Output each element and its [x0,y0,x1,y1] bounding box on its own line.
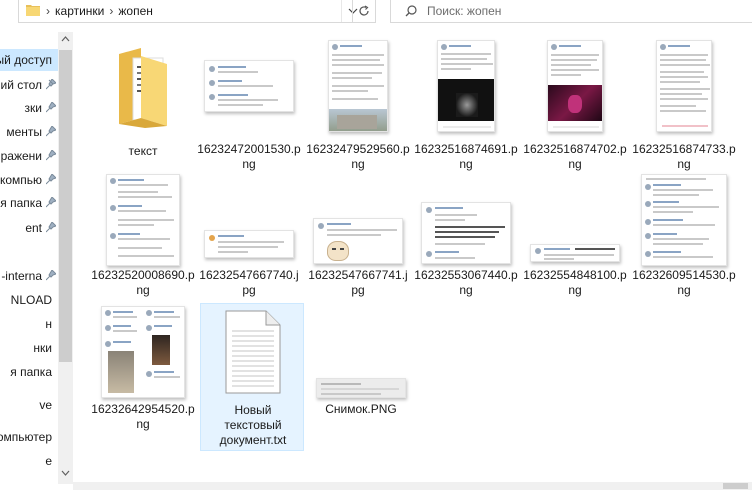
file-item-folder-tekst[interactable]: текст [91,38,195,158]
file-item-16232553067440[interactable]: 16232553067440.png [414,172,518,302]
address-row: › картинки › жопен Поиск: жопен [0,0,752,24]
pin-icon [46,102,56,113]
file-name: Снимок.PNG [325,402,397,416]
refresh-icon [359,5,369,16]
file-item-16232516874702[interactable]: 16232516874702.png [523,38,627,178]
nav-item-new-folder[interactable]: я папка [0,361,58,383]
text-document-icon [225,310,281,394]
file-item-16232609514530[interactable]: 16232609514530.png [632,172,736,302]
file-thumbnail [106,174,180,266]
file-thumbnail [656,40,712,132]
folder-icon [26,5,40,16]
nav-item-this-pc-pinned[interactable]: компью [0,169,58,191]
file-thumbnail [313,218,403,264]
nav-item-internal[interactable]: -interna [0,265,58,287]
file-name: Новый текстовый документ.txt [219,403,287,447]
search-box[interactable]: Поиск: жопен [390,0,752,23]
file-thumbnail [316,378,406,398]
horizontal-scrollbar[interactable] [73,482,752,490]
breadcrumb-item-kartinki[interactable]: картинки [55,4,104,18]
file-item-16232472001530[interactable]: 16232472001530.png [197,38,301,178]
file-name: 16232520008690.png [91,268,195,297]
file-item-16232516874733[interactable]: 16232516874733.png [632,38,736,178]
file-name: 16232553067440.png [414,268,518,297]
file-item-16232479529560[interactable]: 16232479529560.png [306,38,410,178]
folder-icon [119,48,167,128]
horizontal-scrollbar-thumb[interactable] [723,483,748,489]
navigation-pane: ый доступ чий стол зки менты ражени комп… [0,32,62,490]
nav-scrollbar-thumb[interactable] [59,50,72,362]
pin-icon [46,222,56,233]
pin-icon [46,197,56,208]
file-name: 16232516874702.png [523,142,627,171]
file-name: 16232554848100.png [523,268,627,297]
nav-item-new-folder-pinned[interactable]: я папка [0,192,58,214]
search-icon [405,5,417,17]
nav-item-quick-access[interactable]: ый доступ [0,49,58,71]
file-name: текст [128,144,158,158]
pin-icon [46,174,56,185]
file-thumbnail [530,244,620,262]
nav-item-desktop[interactable]: чий стол [0,74,58,96]
file-item-16232547667741[interactable]: 16232547667741.jpg [306,172,410,302]
nav-item-n[interactable]: н [0,313,58,335]
file-item-16232547667740[interactable]: 16232547667740.jpg [197,172,301,302]
file-item-16232516874691[interactable]: 16232516874691.png [414,38,518,178]
file-thumbnail [547,40,603,132]
file-name: 16232547667740.jpg [199,268,299,297]
file-item-16232554848100[interactable]: 16232554848100.png [523,172,627,302]
pin-icon [46,270,56,281]
file-name: 16232472001530.png [197,142,301,171]
pin-icon [46,150,56,161]
nav-item-downloads[interactable]: зки [0,97,58,119]
file-thumbnail [421,202,511,264]
file-thumbnail [101,306,185,398]
file-thumbnail [204,230,294,258]
nav-scrollbar[interactable] [58,32,73,484]
file-thumbnail [437,40,495,132]
search-input[interactable]: Поиск: жопен [427,4,501,18]
nav-item-onedrive[interactable]: ve [0,394,58,416]
breadcrumb-item-zhopen[interactable]: жопен [118,4,153,18]
file-item-new-text-document[interactable]: Новый текстовый документ.txt [200,303,304,451]
chevron-right-icon[interactable]: › [46,4,50,18]
pin-icon [46,126,56,137]
file-item-16232520008690[interactable]: 16232520008690.png [91,172,195,302]
nav-item-this-pc[interactable]: омпьютер [0,426,58,448]
chevron-right-icon[interactable]: › [109,4,113,18]
file-name: 16232516874733.png [632,142,736,171]
refresh-button[interactable] [352,0,375,22]
scroll-up-icon[interactable] [61,36,70,42]
file-name: 16232547667741.jpg [308,268,408,297]
pin-icon [46,79,56,90]
file-name: 16232516874691.png [414,142,518,171]
file-list: текст 16232472001530.png 16232479529560. [73,32,752,490]
file-name: 16232642954520.png [91,402,195,431]
address-bar[interactable]: › картинки › жопен [18,0,376,23]
nav-item-pictures[interactable]: ражени [0,145,58,167]
file-thumbnail [641,174,727,266]
file-name: 16232479529560.png [306,142,410,171]
nav-item-documents[interactable]: менты [0,121,58,143]
scroll-down-icon[interactable] [61,470,70,476]
file-thumbnail [204,60,294,112]
nav-item-ent[interactable]: ent [0,217,58,239]
nav-item-download[interactable]: NLOAD [0,289,58,311]
file-item-snimok[interactable]: Снимок.PNG [309,304,413,434]
nav-item-kartinki[interactable]: нки [0,337,58,359]
nav-item-e[interactable]: е [0,450,58,472]
breadcrumb: › картинки › жопен [41,4,153,18]
file-thumbnail [328,40,388,132]
file-name: 16232609514530.png [632,268,736,297]
file-item-16232642954520[interactable]: 16232642954520.png [91,304,195,434]
